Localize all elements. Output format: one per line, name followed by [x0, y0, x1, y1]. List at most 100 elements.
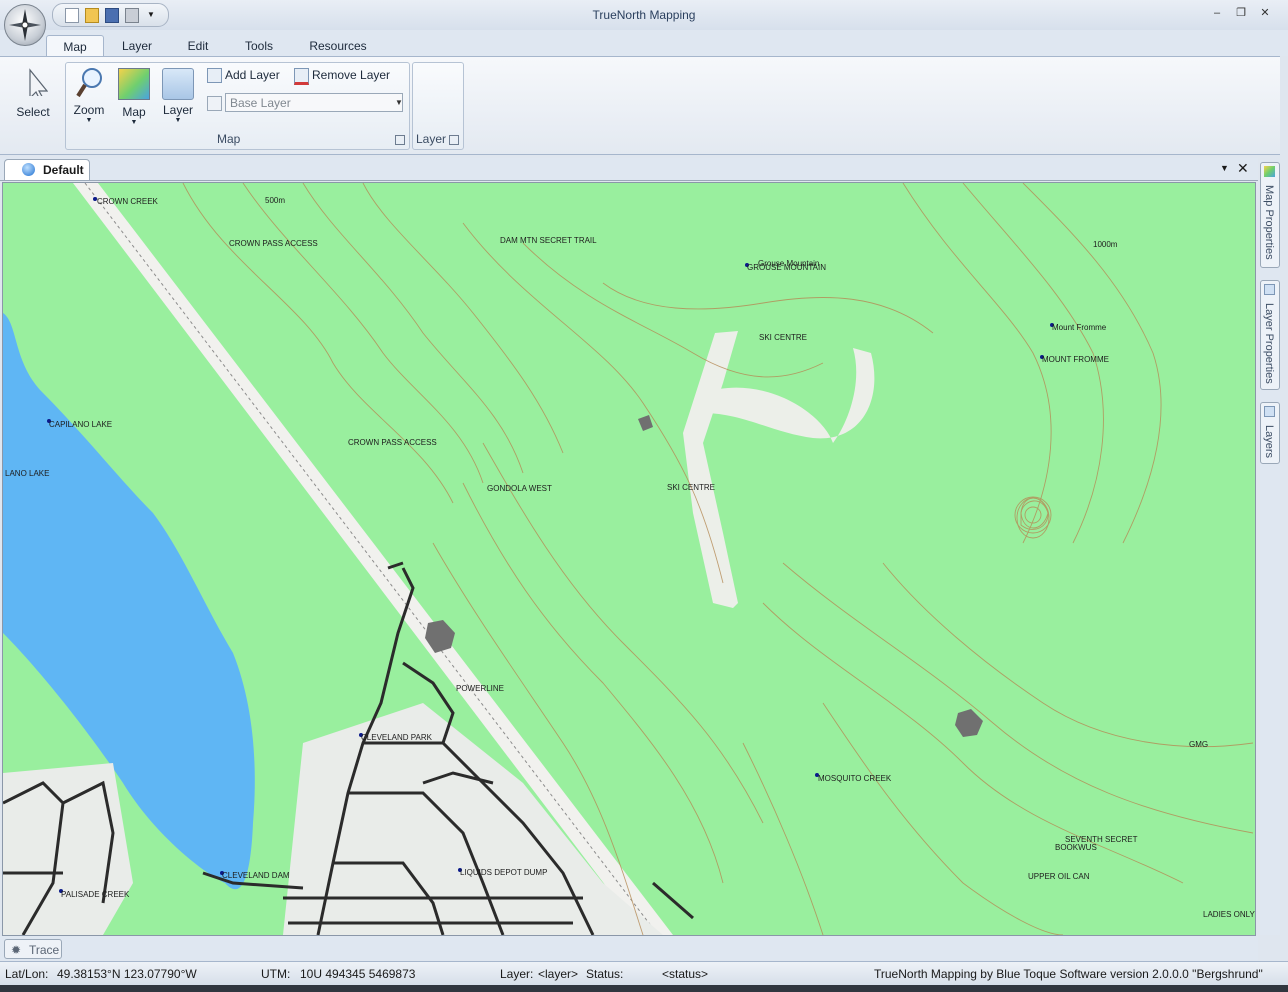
label-bookwus: BOOKWUS — [1055, 843, 1097, 852]
select-label: Select — [16, 105, 50, 119]
label-gmg: GMG — [1189, 740, 1209, 749]
utm-label: UTM: — [261, 967, 291, 981]
label-crown-creek: CROWN CREEK — [97, 197, 158, 206]
label-crown-pass-access: CROWN PASS ACCESS — [229, 239, 318, 248]
close-window-button[interactable]: ✕ — [1256, 6, 1274, 20]
trace-label: Trace — [29, 943, 60, 957]
tab-map[interactable]: Map — [46, 35, 104, 58]
map-group-launcher-icon[interactable] — [395, 135, 405, 145]
map-properties-label: Map Properties — [1263, 185, 1275, 260]
credit-text: TrueNorth Mapping by Blue Toque Software… — [874, 967, 1263, 981]
tab-trace[interactable]: ✹ Trace — [4, 939, 62, 959]
tab-default[interactable]: Default — [4, 159, 90, 180]
ski-run-main — [683, 331, 738, 608]
map-group-label: Map — [217, 132, 241, 146]
os-taskbar — [0, 985, 1288, 992]
label-ski-centre-2: SKI CENTRE — [667, 483, 716, 492]
label-ladies-only: LADIES ONLY — [1203, 910, 1255, 919]
label-upper-oil-can: UPPER OIL CAN — [1028, 872, 1090, 881]
tab-layers[interactable]: Layers — [1260, 402, 1280, 464]
zoom-label: Zoom — [73, 103, 105, 117]
map-canvas[interactable]: CROWN CREEK 500m CROWN PASS ACCESS DAM M… — [2, 182, 1256, 936]
document-tab-bar — [0, 158, 1258, 181]
remove-layer-label: Remove Layer — [312, 68, 391, 82]
tab-list-chevron-icon[interactable]: ▼ — [1220, 163, 1229, 173]
layer-properties-label: Layer Properties — [1263, 303, 1275, 384]
layer-group-launcher-icon[interactable] — [449, 135, 459, 145]
label-mount-fromme: MOUNT FROMME — [1042, 355, 1109, 364]
urban-area-east — [283, 703, 663, 935]
label-mount-fromme-small: Mount Fromme — [1052, 323, 1107, 332]
close-tab-icon[interactable]: ✕ — [1237, 160, 1249, 177]
tab-layer-properties[interactable]: Layer Properties — [1260, 280, 1280, 390]
zoom-dropdown-icon: ▼ — [85, 117, 93, 124]
map-button[interactable]: Map ▼ — [116, 68, 152, 126]
building-ski-lodge — [638, 415, 653, 431]
status-bar: Lat/Lon: 49.38153°N 123.07790°W UTM: 10U… — [0, 961, 1288, 986]
label-gondola-west: GONDOLA WEST — [487, 484, 552, 493]
add-layer-icon — [207, 68, 222, 83]
building-east — [955, 709, 983, 737]
label-crown-pass-access-2: CROWN PASS ACCESS — [348, 438, 437, 447]
layer-properties-icon — [1264, 284, 1275, 295]
label-500m: 500m — [265, 196, 286, 205]
remove-layer-icon — [294, 68, 309, 85]
label-dam-mtn: DAM MTN SECRET TRAIL — [500, 236, 597, 245]
latlon-label: Lat/Lon: — [5, 967, 49, 981]
base-layer-select[interactable]: Base Layer — [225, 93, 403, 112]
topographic-map — [3, 183, 1254, 935]
layer-status-value: <layer> — [538, 967, 579, 981]
layers-icon — [1264, 406, 1275, 417]
layer-label: Layer — [162, 103, 194, 117]
tab-tools[interactable]: Tools — [232, 35, 286, 57]
label-cleveland-dam: CLEVELAND DAM — [222, 871, 290, 880]
tab-edit[interactable]: Edit — [172, 35, 224, 57]
utm-value: 10U 494345 5469873 — [300, 967, 416, 981]
layer-button[interactable]: Layer ▼ — [160, 68, 196, 124]
status-value: <status> — [662, 967, 709, 981]
tab-map-properties[interactable]: Map Properties — [1260, 162, 1280, 268]
select-button[interactable]: Select — [10, 66, 56, 119]
trace-sun-icon: ✹ — [11, 943, 22, 957]
maximize-button[interactable]: ❐ — [1232, 6, 1250, 20]
urban-area-west — [3, 763, 133, 935]
label-1000m: 1000m — [1093, 240, 1118, 249]
add-layer-label: Add Layer — [225, 68, 280, 82]
base-layer-dropdown-icon[interactable]: ▼ — [393, 94, 405, 111]
label-mosquito-creek: MOSQUITO CREEK — [818, 774, 892, 783]
window-title: TrueNorth Mapping — [592, 8, 696, 22]
layer-group: Layer — [412, 62, 464, 150]
layer-sheet-icon — [162, 68, 194, 100]
tab-layer[interactable]: Layer — [110, 35, 164, 57]
add-layer-button[interactable]: Add Layer — [207, 66, 280, 84]
remove-layer-button[interactable]: Remove Layer — [294, 66, 391, 85]
label-lano-lake: LANO LAKE — [5, 469, 50, 478]
map-dropdown-icon: ▼ — [130, 119, 138, 126]
base-layer-icon — [207, 96, 222, 111]
zoom-button[interactable]: Zoom ▼ — [70, 66, 108, 124]
map-label: Map — [122, 105, 146, 119]
magnifier-icon — [76, 68, 102, 98]
layers-label: Layers — [1263, 425, 1275, 459]
status-label: Status: — [586, 967, 624, 981]
cursor-arrow-icon — [29, 68, 49, 103]
application-menu-button[interactable] — [4, 4, 46, 46]
side-panel-strip — [1260, 160, 1280, 935]
compass-icon — [9, 9, 41, 41]
tab-resources[interactable]: Resources — [300, 35, 376, 57]
label-grouse-mountain: GROUSE MOUNTAIN — [747, 263, 826, 272]
minimize-button[interactable]: – — [1208, 6, 1226, 20]
label-palisade-creek: PALISADE CREEK — [61, 890, 130, 899]
trace-bar — [0, 936, 1258, 960]
map-properties-icon — [1264, 166, 1275, 177]
label-cleveland-park: CLEVELAND PARK — [361, 733, 432, 742]
layer-dropdown-icon: ▼ — [174, 117, 182, 124]
label-ski-centre-1: SKI CENTRE — [759, 333, 808, 342]
globe-icon — [22, 163, 35, 176]
label-capilano-lake: CAPILANO LAKE — [49, 420, 113, 429]
map-thumbnail-icon — [118, 68, 150, 100]
layer-status-label: Layer: — [500, 967, 534, 981]
label-powerline: POWERLINE — [456, 684, 505, 693]
layer-group-label: Layer — [416, 132, 447, 146]
label-liquids-depot-dump: LIQUIDS DEPOT DUMP — [460, 868, 548, 877]
